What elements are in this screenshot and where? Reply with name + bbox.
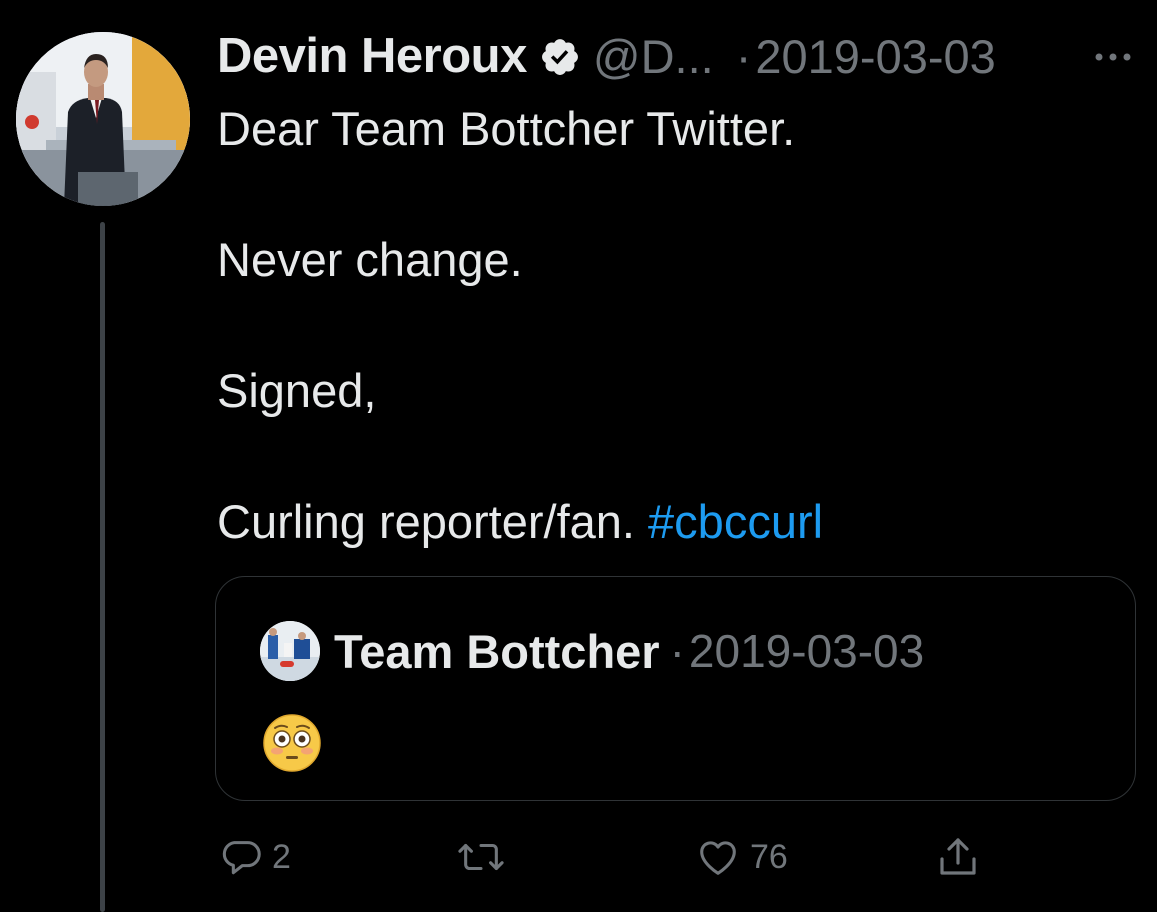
like-count: 76 — [750, 837, 788, 876]
tweet-header: Devin Heroux @D... · 2019-03-03 — [217, 26, 1147, 86]
author-handle[interactable]: @D... — [593, 29, 714, 84]
reply-count: 2 — [272, 837, 291, 876]
retweet-icon — [458, 843, 504, 871]
tweet-line-blank — [217, 162, 1117, 228]
share-button[interactable] — [934, 832, 982, 882]
tweet-body: Dear Team Bottcher Twitter. Never change… — [217, 96, 1117, 555]
quoted-tweet-date[interactable]: 2019-03-03 — [689, 624, 924, 678]
avatar-photo — [16, 32, 190, 206]
quoted-header-separator: · — [669, 625, 685, 677]
tweet-date[interactable]: 2019-03-03 — [755, 29, 995, 84]
tweet-line-blank — [217, 293, 1117, 359]
quoted-author-avatar[interactable] — [260, 621, 320, 681]
retweet-button[interactable] — [452, 832, 518, 882]
tweet-line: Signed, — [217, 364, 377, 417]
more-options-button[interactable] — [1088, 32, 1138, 82]
reply-icon — [222, 841, 261, 875]
author-avatar[interactable] — [16, 32, 190, 206]
tweet-line: Dear Team Bottcher Twitter. — [217, 102, 796, 155]
hashtag-link[interactable]: #cbccurl — [648, 495, 823, 548]
author-name[interactable]: Devin Heroux — [217, 28, 527, 84]
flushed-face-icon — [263, 714, 321, 772]
header-separator: · — [735, 29, 752, 83]
heart-icon — [700, 841, 736, 875]
quoted-author-name[interactable]: Team Bottcher — [334, 624, 660, 679]
quoted-tweet-header: Team Bottcher · 2019-03-03 — [334, 621, 924, 681]
tweet-line-blank — [217, 424, 1117, 490]
verified-badge-icon — [541, 39, 578, 75]
quoted-avatar-photo — [260, 621, 320, 681]
tweet-line-text: Curling reporter/fan. — [217, 495, 635, 548]
like-button[interactable]: 76 — [694, 832, 788, 882]
more-dots-icon — [1095, 53, 1131, 61]
tweet-line-last: Curling reporter/fan. #cbccurl — [217, 489, 1117, 555]
share-icon — [940, 838, 976, 875]
quoted-tweet-card[interactable]: Team Bottcher · 2019-03-03 — [215, 576, 1136, 801]
thread-connector-line — [100, 222, 105, 912]
tweet-line: Never change. — [217, 233, 523, 286]
reply-button[interactable]: 2 — [218, 832, 291, 882]
